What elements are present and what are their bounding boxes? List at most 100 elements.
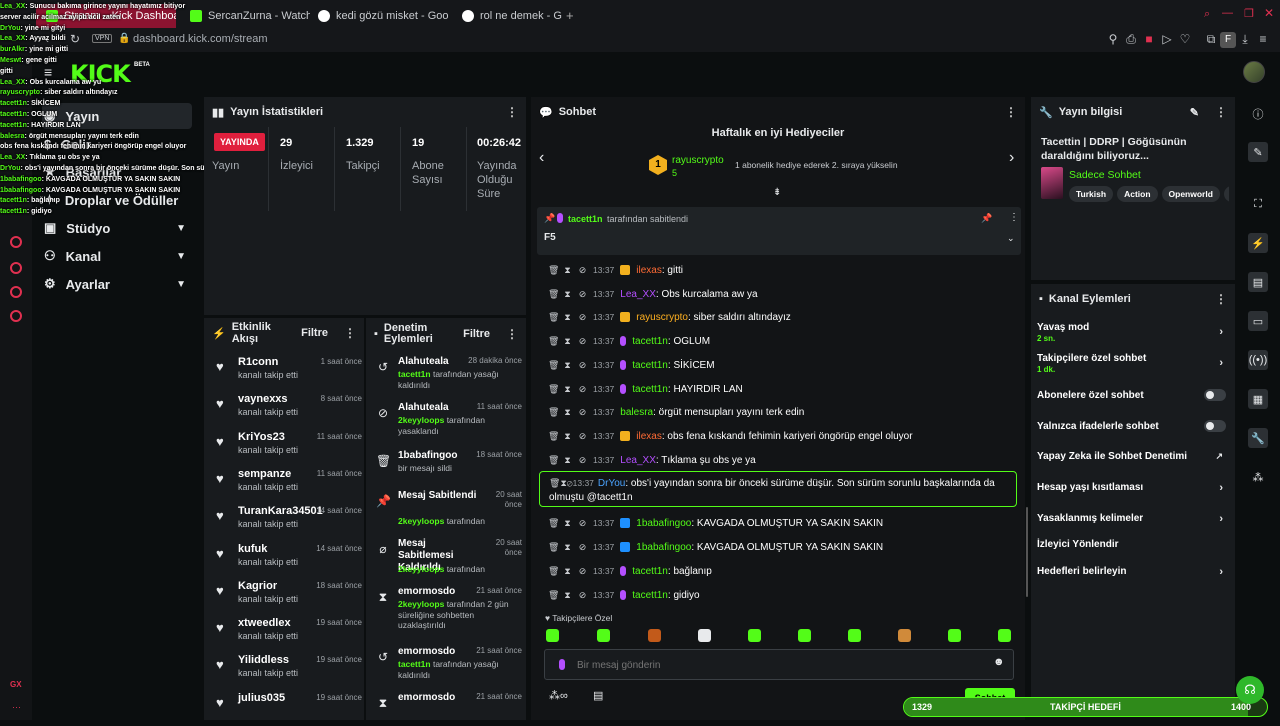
banned-words-row[interactable]: Yasaklanmış kelimeler › xyxy=(1037,513,1227,525)
kebab-menu-icon[interactable]: ⋮ xyxy=(344,326,356,340)
delete-icon[interactable]: 🗑 xyxy=(548,289,559,300)
moderation-actor[interactable]: 2keyyloops xyxy=(398,564,444,574)
timeout-icon[interactable]: ⧗ xyxy=(563,590,572,601)
activity-item[interactable]: ♥ Kagrior kanalı takip etti 18 saat önce xyxy=(212,578,362,614)
ban-icon[interactable]: ⊘ xyxy=(578,407,587,418)
sidebar-item-kanal[interactable]: ⚇ Kanal ▼ xyxy=(42,243,192,269)
fit-screen-icon[interactable]: ⛶ xyxy=(1248,194,1268,214)
headset-icon[interactable]: ☊ xyxy=(1236,676,1264,704)
message-user[interactable]: Lea_XX xyxy=(620,289,656,300)
ai-moderation-row[interactable]: Yapay Zeka ile Sohbet Denetimi ↗ xyxy=(1037,451,1227,462)
chat-message[interactable]: 🗑 ⧗ ⊘ 13:37 1babafingoo: KAVGADA OLMUŞTUR YA… xyxy=(548,539,883,555)
rail-app-icon[interactable] xyxy=(10,310,22,322)
emote-icon[interactable] xyxy=(798,629,811,642)
timeout-icon[interactable]: ⧗ xyxy=(563,360,572,371)
extensions-icon[interactable]: ⧉ xyxy=(1204,32,1218,46)
timeout-icon[interactable]: ⧗ xyxy=(563,455,572,466)
tab-google-search[interactable]: kedi gözü misket - Google xyxy=(308,4,448,28)
edit-icon[interactable]: ✎ xyxy=(1190,106,1199,119)
download-icon[interactable]: ⤓ xyxy=(1238,32,1252,46)
activity-item[interactable]: ♥ xtweedlex kanalı takip etti 19 saat önce xyxy=(212,615,362,651)
message-user[interactable]: ilexas xyxy=(636,265,662,276)
moderation-actor[interactable]: 2keyyloops xyxy=(398,415,444,425)
account-age-row[interactable]: Hesap yaşı kısıtlaması › xyxy=(1037,482,1227,494)
activity-user[interactable]: xtweedlex xyxy=(238,617,291,629)
delete-icon[interactable]: 🗑 xyxy=(548,542,559,553)
message-user[interactable]: balesra xyxy=(620,407,653,418)
message-user[interactable]: ilexas xyxy=(636,431,662,442)
category-link[interactable]: Sadece Sohbet xyxy=(1069,169,1141,181)
activity-item[interactable]: ♥ R1conn kanalı takip etti 1 saat önce xyxy=(212,354,362,390)
delete-icon[interactable]: 🗑 xyxy=(549,478,560,488)
chevron-down-icon[interactable]: ⌄ xyxy=(1007,233,1015,244)
timeout-icon[interactable]: ⧗ xyxy=(563,518,572,529)
message-user[interactable]: tacett1n xyxy=(632,590,668,601)
timeout-icon[interactable]: ⧗ xyxy=(563,407,572,418)
activity-user[interactable]: R1conn xyxy=(238,356,278,368)
kebab-menu-icon[interactable]: ⋮ xyxy=(1009,212,1019,223)
emote-icon[interactable] xyxy=(597,629,610,642)
delete-icon[interactable]: 🗑 xyxy=(548,431,559,442)
ban-icon[interactable]: ⊘ xyxy=(578,431,587,442)
message-user[interactable]: tacett1n xyxy=(632,360,668,371)
delete-icon[interactable]: 🗑 xyxy=(548,407,559,418)
gx-icon[interactable]: GX xyxy=(10,680,22,689)
activity-user[interactable]: sempanze xyxy=(238,468,291,480)
chat-message[interactable]: 🗑 ⧗ ⊘ 13:37 ilexas: obs fena kıskandı fehimi… xyxy=(548,428,913,444)
timeout-icon[interactable]: ⧗ xyxy=(563,384,572,395)
timeout-icon[interactable]: ⧗ xyxy=(563,542,572,553)
profile-button[interactable]: F xyxy=(1220,32,1236,48)
activity-item[interactable]: ♥ sempanze kanalı takip etti 11 saat önce xyxy=(212,466,362,502)
timeout-icon[interactable]: ⧗ xyxy=(563,312,572,323)
timeout-icon[interactable]: ⧗ xyxy=(563,265,572,276)
more-icon[interactable]: ··· xyxy=(12,702,21,712)
delete-icon[interactable]: 🗑 xyxy=(548,360,559,371)
chat-input[interactable] xyxy=(577,656,977,674)
activity-item[interactable]: ♥ vaynexxs kanalı takip etti 8 saat önce xyxy=(212,391,362,427)
chevron-left-icon[interactable]: ‹ xyxy=(539,149,544,167)
unpin-icon[interactable]: 📌 xyxy=(981,213,992,224)
timeout-icon[interactable]: ⧗ xyxy=(563,431,572,442)
clipboard-icon[interactable]: ▦ xyxy=(1248,389,1268,409)
ad-block-icon[interactable]: ■ xyxy=(1142,32,1156,46)
chat-message[interactable]: 🗑 ⧗ ⊘ 13:37 balesra: örgüt mensupları yayını… xyxy=(548,404,804,420)
ban-icon[interactable]: ⊘ xyxy=(578,384,587,395)
menu-icon[interactable]: ≡ xyxy=(1256,32,1270,46)
moderation-actor[interactable]: tacett1n xyxy=(398,659,431,669)
chat-message[interactable]: 🗑 ⧗ ⊘ 13:37 rayuscrypto: siber saldırı altın… xyxy=(548,309,791,325)
activity-user[interactable]: Kagrior xyxy=(238,580,277,592)
chat-message[interactable]: 🗑 ⧗ ⊘ 13:37 ilexas: gitti xyxy=(548,262,683,278)
apps-icon[interactable]: ⁂ xyxy=(1248,467,1268,487)
search-icon[interactable]: ⌕ xyxy=(1204,8,1210,21)
activity-item[interactable]: ♥ kufuk kanalı takip etti 14 saat önce xyxy=(212,541,362,577)
moderation-actor[interactable]: 2keyyloops xyxy=(398,599,444,609)
emote-icon[interactable] xyxy=(848,629,861,642)
document-icon[interactable]: ▤ xyxy=(1248,272,1268,292)
rail-app-icon[interactable] xyxy=(10,236,22,248)
screenshot-icon[interactable]: ⎙ xyxy=(1124,32,1138,46)
lightning-icon[interactable]: ⚡ xyxy=(1248,233,1268,253)
chat-message[interactable]: 🗑 ⧗ ⊘ 13:37 tacett1n: HAYIRDIR LAN xyxy=(548,381,743,397)
sidebar-item-studyo[interactable]: ▣ Stüdyo ▼ xyxy=(42,215,192,241)
emote-icon[interactable] xyxy=(998,629,1011,642)
kebab-menu-icon[interactable]: ⋮ xyxy=(506,105,518,119)
emote-icon[interactable] xyxy=(748,629,761,642)
delete-icon[interactable]: 🗑 xyxy=(548,336,559,347)
filter-button[interactable]: Filtre xyxy=(463,328,490,340)
rewards-icon[interactable]: ⁂∞ xyxy=(549,689,568,702)
message-user[interactable]: rayuscrypto xyxy=(636,312,688,323)
delete-icon[interactable]: 🗑 xyxy=(548,265,559,276)
chat-message[interactable]: 🗑 ⧗ ⊘ 13:37 tacett1n: bağlanıp xyxy=(548,563,712,579)
chat-message[interactable]: 🗑 ⧗ ⊘ 13:37 Lea_XX: Tıklama şu obs ye ya xyxy=(548,452,756,468)
moderation-actor[interactable]: tacett1n xyxy=(398,369,431,379)
kebab-menu-icon[interactable]: ⋮ xyxy=(1005,105,1017,119)
edit-icon[interactable]: ✎ xyxy=(1248,142,1268,162)
chat-input-box[interactable]: ☻ xyxy=(544,649,1014,680)
timeout-icon[interactable]: ⧗ xyxy=(563,566,572,577)
kebab-menu-icon[interactable]: ⋮ xyxy=(1215,292,1227,306)
ban-icon[interactable]: ⊘ xyxy=(578,455,587,466)
ban-icon[interactable]: ⊘ xyxy=(578,265,587,276)
broadcast-icon[interactable]: ((•)) xyxy=(1248,350,1268,370)
raid-row[interactable]: İzleyici Yönlendir xyxy=(1037,539,1227,550)
rail-app-icon[interactable] xyxy=(10,286,22,298)
